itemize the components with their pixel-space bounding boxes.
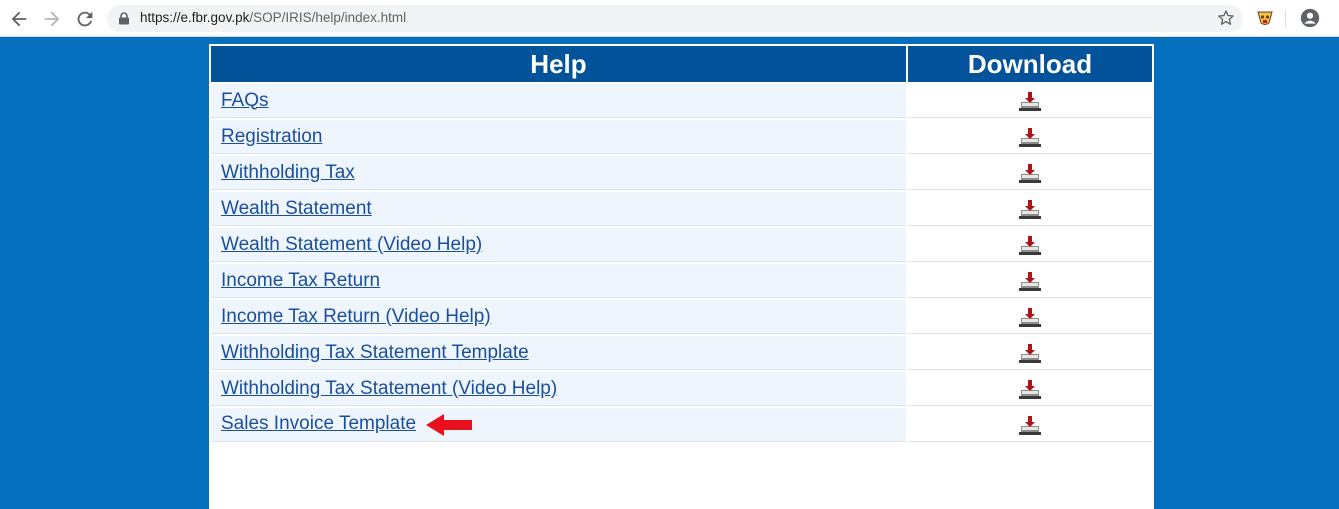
- help-link-sales-invoice-template[interactable]: Sales Invoice Template: [221, 413, 416, 434]
- help-item-cell: FAQs: [211, 84, 906, 118]
- help-link-withholding-tax-statement-video[interactable]: Withholding Tax Statement (Video Help): [221, 378, 557, 399]
- download-cell: [907, 228, 1152, 262]
- help-link-income-tax-return[interactable]: Income Tax Return: [221, 270, 380, 291]
- help-item-cell: Withholding Tax Statement Template: [211, 336, 906, 370]
- table-row: Withholding Tax: [211, 156, 1152, 190]
- help-link-wealth-statement-video[interactable]: Wealth Statement (Video Help): [221, 234, 482, 255]
- url-scheme: https://: [140, 10, 181, 25]
- download-tray-icon[interactable]: [1018, 415, 1042, 435]
- help-link-withholding-tax[interactable]: Withholding Tax: [221, 162, 355, 183]
- lock-icon: [119, 12, 129, 25]
- download-cell: [907, 84, 1152, 118]
- help-link-faqs[interactable]: FAQs: [221, 90, 269, 111]
- back-icon[interactable]: [8, 8, 30, 30]
- download-cell: [907, 192, 1152, 226]
- reload-icon[interactable]: [74, 8, 96, 30]
- help-item-cell: Income Tax Return (Video Help): [211, 300, 906, 334]
- download-cell: [907, 264, 1152, 298]
- table-row: Income Tax Return (Video Help): [211, 300, 1152, 334]
- download-tray-icon[interactable]: [1018, 127, 1042, 147]
- help-table: Help Download FAQs Registration Withhold…: [209, 44, 1154, 444]
- table-row: Withholding Tax Statement Template: [211, 336, 1152, 370]
- download-cell: [907, 120, 1152, 154]
- download-cell: [907, 300, 1152, 334]
- profile-avatar-icon[interactable]: [1299, 7, 1321, 29]
- download-cell: [907, 372, 1152, 406]
- help-item-cell: Wealth Statement: [211, 192, 906, 226]
- download-tray-icon[interactable]: [1018, 199, 1042, 219]
- download-tray-icon[interactable]: [1018, 91, 1042, 111]
- table-row: FAQs: [211, 84, 1152, 118]
- download-cell: [907, 336, 1152, 370]
- help-table-container: Help Download FAQs Registration Withhold…: [209, 44, 1154, 509]
- table-row: Wealth Statement (Video Help): [211, 228, 1152, 262]
- help-item-cell: Sales Invoice Template: [211, 408, 906, 442]
- table-header-row: Help Download: [211, 46, 1152, 82]
- help-link-registration[interactable]: Registration: [221, 126, 322, 147]
- toolbar-divider: [1285, 10, 1286, 27]
- help-item-cell: Registration: [211, 120, 906, 154]
- url-path: /SOP/IRIS/help/index.html: [249, 10, 407, 25]
- download-tray-icon[interactable]: [1018, 343, 1042, 363]
- help-item-cell: Withholding Tax Statement (Video Help): [211, 372, 906, 406]
- table-row: Wealth Statement: [211, 192, 1152, 226]
- forward-icon[interactable]: [41, 8, 63, 30]
- help-item-cell: Income Tax Return: [211, 264, 906, 298]
- help-link-wealth-statement[interactable]: Wealth Statement: [221, 198, 372, 219]
- extension-icon[interactable]: [1255, 8, 1275, 28]
- header-download: Download: [907, 46, 1152, 82]
- download-tray-icon[interactable]: [1018, 271, 1042, 291]
- download-tray-icon[interactable]: [1018, 307, 1042, 327]
- table-body: FAQs Registration Withholding Tax Wealth…: [211, 84, 1152, 442]
- url-host: e.fbr.gov.pk: [180, 10, 250, 25]
- address-bar[interactable]: https://e.fbr.gov.pk/SOP/IRIS/help/index…: [107, 5, 1243, 32]
- table-row: Registration: [211, 120, 1152, 154]
- table-row: Income Tax Return: [211, 264, 1152, 298]
- url-text: https://e.fbr.gov.pk/SOP/IRIS/help/index…: [140, 10, 406, 25]
- help-link-income-tax-return-video[interactable]: Income Tax Return (Video Help): [221, 306, 491, 327]
- table-row: Sales Invoice Template: [211, 408, 1152, 442]
- download-tray-icon[interactable]: [1018, 379, 1042, 399]
- header-help: Help: [211, 46, 906, 82]
- table-row: Withholding Tax Statement (Video Help): [211, 372, 1152, 406]
- bookmark-star-icon[interactable]: [1216, 8, 1236, 28]
- page-content: Help Download FAQs Registration Withhold…: [0, 37, 1339, 509]
- help-item-cell: Withholding Tax: [211, 156, 906, 190]
- download-cell: [907, 408, 1152, 442]
- download-tray-icon[interactable]: [1018, 163, 1042, 183]
- red-arrow-left-icon: [426, 413, 473, 436]
- download-cell: [907, 156, 1152, 190]
- help-link-withholding-tax-statement-template[interactable]: Withholding Tax Statement Template: [221, 342, 529, 363]
- download-tray-icon[interactable]: [1018, 235, 1042, 255]
- browser-toolbar: https://e.fbr.gov.pk/SOP/IRIS/help/index…: [0, 0, 1339, 37]
- help-item-cell: Wealth Statement (Video Help): [211, 228, 906, 262]
